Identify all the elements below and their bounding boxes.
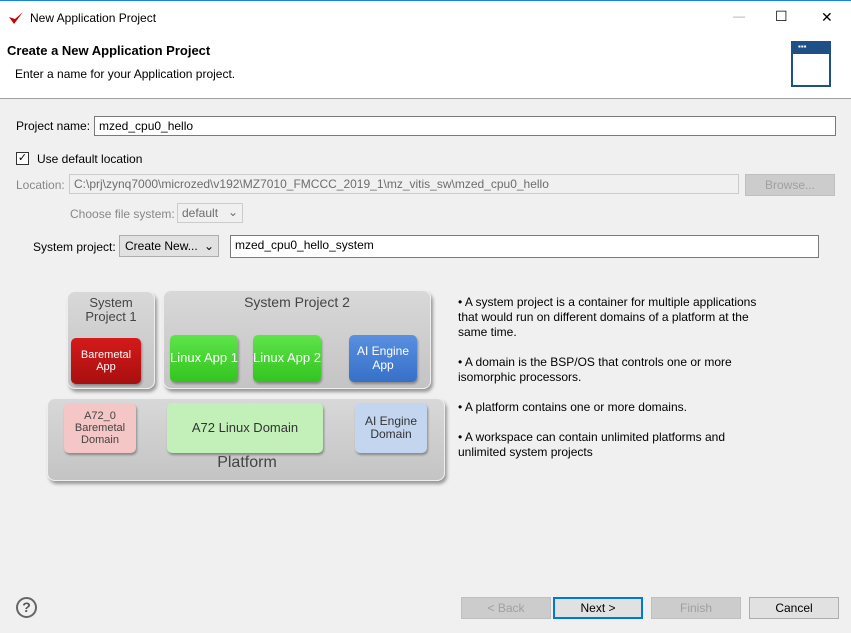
location-label: Location: (16, 178, 65, 192)
use-default-location-checkbox[interactable]: ✓ (16, 152, 29, 165)
finish-button[interactable]: Finish (651, 597, 741, 619)
file-system-label: Choose file system: (70, 207, 175, 221)
window-title: New Application Project (30, 11, 157, 25)
use-default-location-label: Use default location (37, 152, 143, 166)
ai-engine-domain-box: AI Engine Domain (355, 403, 427, 453)
note-4: • A workspace can contain unlimited plat… (458, 430, 726, 459)
baremetal-app-box: Baremetal App (71, 338, 141, 384)
a72-baremetal-domain-box: A72_0 Baremetal Domain (64, 403, 136, 453)
next-button[interactable]: Next > (553, 597, 643, 619)
file-system-value: default (182, 206, 219, 220)
note-1: • A system project is a container for mu… (458, 295, 757, 339)
wizard-header: Create a New Application Project Enter a… (0, 35, 851, 99)
system-project-2-label: System Project 2 (244, 294, 350, 310)
platform-label: Platform (217, 454, 277, 471)
page-subtitle: Enter a name for your Application projec… (15, 67, 236, 81)
project-name-label: Project name: (16, 119, 91, 133)
linux-app-2-box: Linux App 2 (253, 335, 321, 382)
app-logo-icon (9, 12, 23, 24)
note-3: • A platform contains one or more domain… (458, 400, 687, 414)
system-project-label: System project: (33, 240, 116, 254)
location-input[interactable]: C:\prj\zynq7000\microzed\v192\MZ7010_FMC… (69, 174, 739, 194)
a72-linux-domain-box: A72 Linux Domain (167, 403, 323, 453)
ai-engine-app-box: AI Engine App (349, 335, 417, 382)
note-2: • A domain is the BSP/OS that controls o… (458, 355, 732, 384)
system-project-1-label: System Project 1 (85, 295, 137, 324)
project-name-input[interactable]: mzed_cpu0_hello (94, 116, 836, 136)
help-button[interactable]: ? (16, 597, 37, 618)
system-project-diagram: System Project 1 Baremetal App System Pr… (40, 283, 450, 488)
close-button[interactable]: ✕ (821, 9, 833, 26)
wizard-banner-icon: ▪▪▪ (791, 41, 831, 87)
cancel-button[interactable]: Cancel (749, 597, 839, 619)
system-project-select-value: Create New... (125, 239, 198, 253)
system-project-select[interactable]: Create New... ⌄ (119, 235, 219, 257)
chevron-down-icon: ⌄ (227, 205, 238, 219)
chevron-down-icon: ⌄ (203, 239, 214, 253)
file-system-select[interactable]: default ⌄ (177, 203, 243, 223)
maximize-button[interactable]: ☐ (775, 8, 788, 25)
info-notes: • A system project is a container for mu… (458, 295, 758, 475)
minimize-button[interactable]: — (733, 9, 745, 23)
title-bar: New Application Project — ☐ ✕ (0, 0, 851, 35)
page-title: Create a New Application Project (7, 43, 211, 58)
system-project-name-input[interactable]: mzed_cpu0_hello_system (230, 235, 819, 258)
browse-button[interactable]: Browse... (745, 174, 835, 196)
back-button[interactable]: < Back (461, 597, 551, 619)
linux-app-1-box: Linux App 1 (170, 335, 238, 382)
